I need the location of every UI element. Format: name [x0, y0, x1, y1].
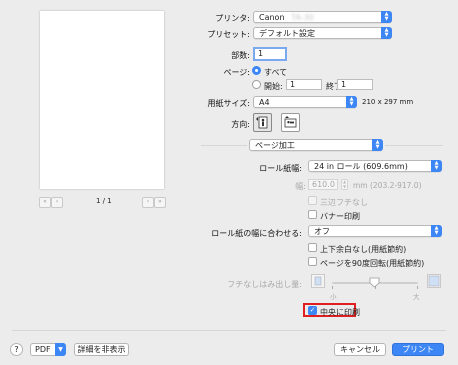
landscape-orientation-button[interactable]: [281, 113, 300, 132]
fit-roll-label: ロール紙の幅に合わせる:: [211, 229, 302, 238]
center-print-label: 中央に印刷: [320, 308, 360, 317]
orientation-label: 方向:: [231, 120, 250, 129]
no-top-bottom-margin-checkbox[interactable]: [308, 243, 317, 252]
prev-page-button[interactable]: ‹: [51, 197, 63, 208]
chevron-down-icon: ▼: [55, 343, 66, 356]
width-label: 幅:: [295, 182, 306, 191]
pages-label: ページ:: [223, 68, 250, 77]
chevron-updown-icon: ▲ ▼: [372, 139, 383, 151]
pages-all-label: すべて: [264, 68, 288, 77]
section-separator-right: [385, 145, 443, 146]
pages-to-field[interactable]: 1: [337, 79, 373, 90]
image-small-icon: [314, 276, 322, 286]
bleed-small-label: 小: [330, 293, 337, 301]
bleed-slider-thumb[interactable]: [369, 277, 380, 288]
printer-value: Canon: [259, 13, 285, 22]
width-field: 610.0: [308, 179, 338, 190]
fit-roll-select[interactable]: オフ ▲ ▼: [308, 225, 442, 237]
three-side-borderless-label: 三辺フチなし: [320, 198, 368, 207]
hide-details-button[interactable]: 詳細を非表示: [74, 343, 129, 356]
width-unit-range: mm (203.2-917.0): [353, 181, 422, 190]
paper-size-select[interactable]: A4 ▲ ▼: [253, 96, 357, 108]
fit-roll-value: オフ: [314, 227, 330, 236]
bleed-small-icon: [311, 274, 325, 288]
preset-value: デフォルト設定: [259, 29, 315, 38]
three-side-borderless-checkbox[interactable]: [308, 196, 317, 205]
chevron-updown-icon: ▲ ▼: [431, 225, 442, 237]
first-page-button[interactable]: «: [39, 197, 51, 208]
preview-page: [40, 11, 164, 189]
rotate-page-90-checkbox[interactable]: [308, 257, 317, 266]
bleed-label: フチなしはみ出し量:: [227, 280, 302, 289]
chevron-updown-icon: ▲ ▼: [431, 160, 442, 172]
paper-size-label: 用紙サイズ:: [207, 99, 250, 108]
printer-model-redacted: TA-30: [291, 13, 314, 22]
bleed-large-label: 大: [413, 293, 420, 301]
section-value: ページ加工: [255, 141, 295, 150]
printer-select[interactable]: Canon TA-30 ▲ ▼: [253, 11, 392, 23]
banner-print-checkbox[interactable]: [308, 210, 317, 219]
rotate-page-90-label: ページを90度回転(用紙節約): [320, 259, 425, 268]
preset-select[interactable]: デフォルト設定 ▲ ▼: [253, 27, 392, 39]
roll-width-label: ロール紙幅:: [259, 164, 302, 173]
width-stepper: ▲ ▼: [341, 179, 348, 190]
pages-from-field[interactable]: 1: [286, 79, 322, 90]
landscape-icon: [284, 116, 297, 128]
last-page-button[interactable]: »: [154, 197, 166, 208]
roll-width-select[interactable]: 24 in ロール (609.6mm) ▲ ▼: [308, 160, 442, 172]
paper-size-value: A4: [259, 98, 270, 107]
no-top-bottom-margin-label: 上下余白なし(用紙節約): [320, 245, 407, 254]
center-print-checkbox[interactable]: ✓: [308, 306, 317, 315]
pdf-label: PDF: [35, 345, 51, 354]
pages-from-label: 開始:: [264, 82, 283, 91]
pages-all-radio[interactable]: [252, 66, 261, 75]
banner-print-label: バナー印刷: [320, 212, 360, 221]
page-indicator: 1 / 1: [96, 197, 112, 205]
copies-field[interactable]: 1: [253, 47, 287, 61]
image-large-icon: [428, 275, 440, 287]
section-separator-left: [201, 145, 247, 146]
next-page-button[interactable]: ›: [142, 197, 154, 208]
printer-label: プリンタ:: [215, 14, 250, 23]
pdf-menu-button[interactable]: PDF ▼: [30, 343, 66, 356]
pages-range-radio[interactable]: [252, 80, 261, 89]
copies-label: 部数:: [231, 51, 250, 60]
chevron-updown-icon: ▲ ▼: [381, 11, 392, 23]
help-button[interactable]: ?: [10, 343, 23, 356]
cancel-button[interactable]: キャンセル: [334, 343, 386, 356]
chevron-updown-icon: ▲ ▼: [346, 96, 357, 108]
section-select[interactable]: ページ加工 ▲ ▼: [249, 139, 383, 151]
paper-dimensions: 210 x 297 mm: [362, 98, 414, 106]
chevron-updown-icon: ▲ ▼: [381, 27, 392, 39]
portrait-icon: [256, 116, 268, 129]
bottom-separator: [12, 330, 446, 331]
bleed-large-icon: [427, 274, 441, 288]
portrait-orientation-button[interactable]: [253, 113, 272, 132]
roll-width-value: 24 in ロール (609.6mm): [314, 162, 408, 171]
print-button[interactable]: プリント: [392, 343, 444, 356]
preset-label: プリセット:: [207, 30, 250, 39]
